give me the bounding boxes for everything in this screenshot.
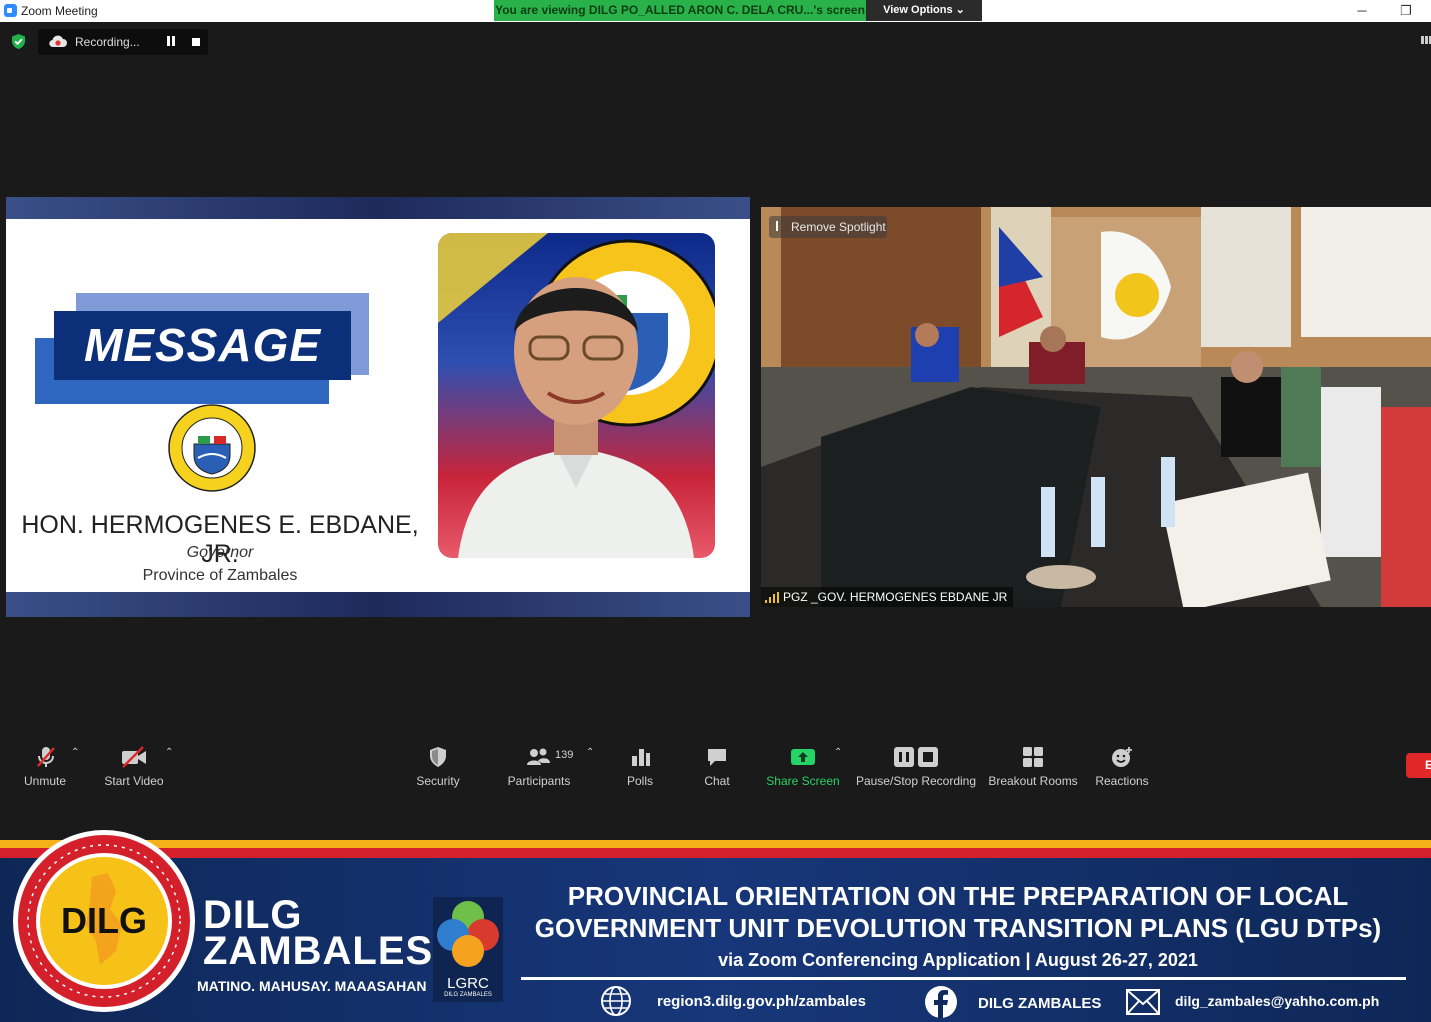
- participants-label: Participants: [507, 774, 571, 788]
- governor-title: Governor: [186, 544, 254, 561]
- reactions-label: Reactions: [1095, 774, 1149, 788]
- view-options-label: View Options: [883, 4, 953, 16]
- shared-screen-slide: MESSAGE HON. HERMOGENES E. EBDANE, JR. G…: [6, 197, 750, 617]
- restore-icon[interactable]: ❐: [1391, 2, 1421, 20]
- event-subtitle: via Zoom Conferencing Application | Augu…: [718, 950, 1198, 970]
- video-camera-off-icon: [122, 746, 146, 768]
- encryption-shield-icon[interactable]: [10, 33, 27, 50]
- cloud-recording-icon: [49, 35, 67, 48]
- lgrc-sublabel: DILG ZAMBALES: [444, 992, 492, 998]
- signal-strength-icon: [765, 592, 779, 603]
- brand-zambales: ZAMBALES: [203, 929, 434, 973]
- window-title: Zoom Meeting: [21, 4, 98, 18]
- facebook-icon: [925, 986, 957, 1018]
- zambales-provincial-seal: [168, 404, 256, 492]
- recording-label: Recording...: [75, 35, 140, 49]
- share-screen-button[interactable]: Share Screen: [765, 735, 841, 790]
- lgrc-label: LGRC: [447, 975, 489, 992]
- governor-portrait: [438, 233, 715, 558]
- remove-spotlight-label: Remove Spotlight: [791, 220, 886, 234]
- shield-icon: [430, 747, 446, 767]
- contact-facebook: DILG ZAMBALES: [924, 985, 1104, 1018]
- brand-motto: MATINO. MAHUSAY. MAAASAHAN: [197, 978, 427, 994]
- slide-bottom-band: [6, 592, 750, 617]
- contact-website: region3.dilg.gov.ph/zambales: [600, 985, 900, 1017]
- participant-count: 139: [555, 749, 574, 761]
- email-text: dilg_zambales@yahho.com.ph: [1175, 993, 1380, 1009]
- recording-indicator: Recording...: [38, 29, 208, 55]
- chevron-down-icon: ⌄: [955, 4, 965, 16]
- website-text: region3.dilg.gov.ph/zambales: [657, 993, 866, 1010]
- security-label: Security: [416, 774, 460, 788]
- start-video-label: Start Video: [104, 774, 164, 788]
- microphone-muted-icon: [37, 747, 55, 767]
- participants-button[interactable]: 139 Participants: [504, 735, 574, 790]
- reactions-smiley-icon: [1112, 747, 1132, 767]
- participant-name: PGZ _GOV. HERMOGENES EBDANE JR: [783, 590, 1008, 604]
- polls-chart-icon: [632, 749, 650, 766]
- video-options-caret-icon[interactable]: ⌃: [165, 747, 173, 758]
- chat-label: Chat: [704, 774, 730, 788]
- zoom-app-icon: [4, 4, 17, 17]
- banner-divider: [521, 977, 1406, 980]
- security-button[interactable]: Security: [407, 735, 469, 790]
- breakout-rooms-label: Breakout Rooms: [988, 774, 1078, 788]
- unmute-label: Unmute: [23, 774, 67, 788]
- reactions-button[interactable]: Reactions: [1093, 735, 1151, 790]
- banner-yellow-stripe: [0, 840, 1431, 848]
- participants-icon: [527, 748, 550, 765]
- share-options-caret-icon[interactable]: ⌃: [834, 747, 842, 758]
- event-title-line-1: PROVINCIAL ORIENTATION ON THE PREPARATIO…: [567, 881, 1349, 911]
- polls-label: Polls: [626, 774, 653, 788]
- facebook-text: DILG ZAMBALES: [978, 995, 1102, 1012]
- contact-email: dilg_zambales@yahho.com.ph: [1126, 985, 1396, 1017]
- minimize-icon[interactable]: ─: [1347, 2, 1377, 20]
- governor-province: Province of Zambales: [142, 567, 298, 584]
- globe-icon: [601, 986, 631, 1016]
- dilg-seal-logo: DILG: [13, 830, 195, 1012]
- share-screen-icon: [791, 749, 815, 765]
- pause-stop-recording-label: Pause/Stop Recording: [855, 774, 977, 788]
- conference-room-video: [761, 207, 1431, 607]
- svg-text:DILG: DILG: [61, 900, 147, 941]
- gallery-view-icon[interactable]: [1421, 36, 1431, 44]
- end-meeting-button[interactable]: E: [1406, 753, 1431, 778]
- start-video-button[interactable]: Start Video: [102, 735, 166, 790]
- view-options-button[interactable]: View Options ⌄: [866, 0, 982, 21]
- pin-icon: [776, 221, 784, 231]
- meeting-toolbar: Unmute ⌃ Start Video ⌃ Security 139 Part…: [0, 735, 1431, 790]
- viewing-screen-banner: You are viewing DILG PO_ALLED ARON C. DE…: [494, 0, 866, 21]
- remove-spotlight-button[interactable]: Remove Spotlight: [769, 216, 887, 238]
- participant-name-tag: PGZ _GOV. HERMOGENES EBDANE JR: [761, 587, 1014, 607]
- chat-bubble-icon: [708, 749, 726, 766]
- banner-red-stripe: [0, 848, 1431, 858]
- slide-top-band: [6, 197, 750, 219]
- share-screen-label: Share Screen: [766, 774, 840, 788]
- spotlight-video: Remove Spotlight PGZ _GOV. HERMOGENES EB…: [761, 207, 1431, 607]
- event-title-line-2: GOVERNMENT UNIT DEVOLUTION TRANSITION PL…: [534, 913, 1382, 943]
- envelope-icon: [1126, 989, 1160, 1015]
- participants-options-caret-icon[interactable]: ⌃: [586, 747, 594, 758]
- pause-stop-recording-button[interactable]: Pause/Stop Recording: [855, 735, 977, 790]
- breakout-rooms-button[interactable]: Breakout Rooms: [986, 735, 1080, 790]
- breakout-rooms-icon: [1023, 747, 1043, 767]
- unmute-button[interactable]: Unmute: [14, 735, 76, 790]
- pause-recording-icon[interactable]: [166, 36, 176, 47]
- stop-recording-icon[interactable]: [192, 38, 200, 46]
- slide-heading: MESSAGE: [54, 311, 351, 380]
- pause-stop-recording-icon: [894, 747, 938, 767]
- audio-options-caret-icon[interactable]: ⌃: [71, 747, 79, 758]
- chat-button[interactable]: Chat: [695, 735, 739, 790]
- polls-button[interactable]: Polls: [618, 735, 662, 790]
